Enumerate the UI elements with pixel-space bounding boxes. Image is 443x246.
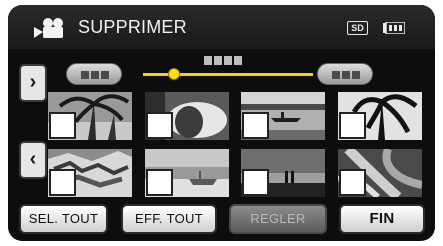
- thumbnail-4[interactable]: [338, 92, 422, 140]
- next-group-button[interactable]: [317, 63, 373, 85]
- chevron-left-icon: ‹: [29, 148, 37, 170]
- thumbnail-2[interactable]: [145, 92, 229, 140]
- page-slider-knob[interactable]: [167, 68, 180, 80]
- video-camera-icon: [34, 18, 63, 38]
- prev-group-label: [81, 71, 109, 79]
- thumbnail-6[interactable]: [145, 149, 229, 197]
- header-bar: SUPPRIMER SD: [8, 5, 435, 49]
- select-checkbox[interactable]: [146, 169, 173, 196]
- select-checkbox[interactable]: [49, 169, 76, 196]
- select-all-button[interactable]: SEL. TOUT: [19, 204, 108, 234]
- thumbnail-7[interactable]: [241, 149, 325, 197]
- thumbnail-8[interactable]: [338, 149, 422, 197]
- page-number-indicator: [204, 56, 242, 65]
- select-checkbox[interactable]: [146, 112, 173, 139]
- delete-screen: SUPPRIMER SD › ‹ SEL. TOUT EFF. TOUT REG…: [8, 5, 435, 241]
- thumbnail-5[interactable]: [48, 149, 132, 197]
- next-page-button[interactable]: ›: [19, 64, 47, 102]
- select-checkbox[interactable]: [242, 169, 269, 196]
- select-checkbox[interactable]: [242, 112, 269, 139]
- set-button[interactable]: REGLER: [229, 204, 327, 234]
- thumbnail-1[interactable]: [48, 92, 132, 140]
- next-group-label: [332, 71, 360, 79]
- page-title: SUPPRIMER: [78, 17, 187, 37]
- select-checkbox[interactable]: [49, 112, 76, 139]
- prev-page-button[interactable]: ‹: [19, 141, 47, 179]
- prev-group-button[interactable]: [66, 63, 122, 85]
- done-button[interactable]: FIN: [339, 204, 425, 234]
- select-checkbox[interactable]: [339, 112, 366, 139]
- chevron-right-icon: ›: [29, 71, 37, 93]
- clear-all-button[interactable]: EFF. TOUT: [121, 204, 217, 234]
- thumbnail-3[interactable]: [241, 92, 325, 140]
- select-checkbox[interactable]: [339, 169, 366, 196]
- sd-card-icon: SD: [347, 21, 368, 35]
- battery-icon: [383, 22, 405, 34]
